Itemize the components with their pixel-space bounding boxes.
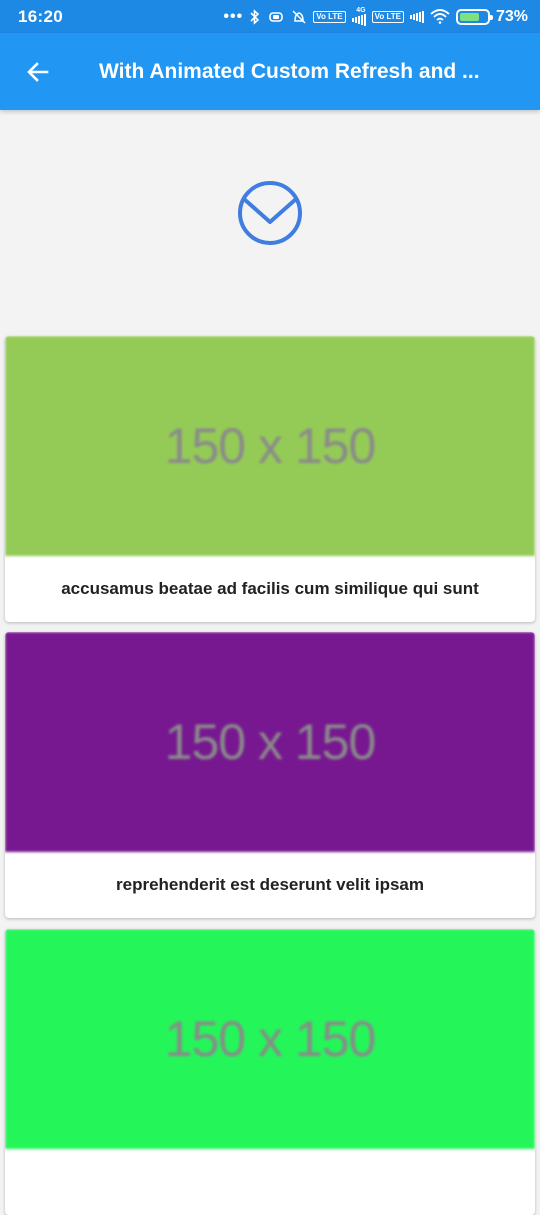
list-card[interactable]: 150 x 150 accusamus beatae ad facilis cu… [5, 336, 535, 622]
battery-percent: 73% [495, 7, 528, 25]
card-caption [5, 1149, 535, 1215]
status-time: 16:20 [18, 6, 63, 26]
card-image: 150 x 150 [5, 632, 535, 852]
more-notifications-icon: ••• [223, 7, 244, 25]
list-card[interactable]: 150 x 150 [5, 929, 535, 1215]
image-placeholder-text: 150 x 150 [164, 418, 377, 474]
arrow-back-icon [27, 61, 49, 82]
volte-icon: Vo LTE [313, 10, 346, 23]
card-image: 150 x 150 [5, 336, 535, 556]
app-bar: With Animated Custom Refresh and ... [0, 33, 540, 110]
refresh-indicator [0, 110, 540, 334]
wifi-icon [430, 9, 450, 24]
card-caption: accusamus beatae ad facilis cum similiqu… [61, 579, 479, 598]
vibrate-icon [267, 10, 285, 24]
mail-check-icon [238, 181, 302, 245]
list-card[interactable]: 150 x 150 reprehenderit est deserunt vel… [5, 632, 535, 918]
card-image: 150 x 150 [5, 929, 535, 1149]
status-icons: ••• Vo LTE 4G Vo LTE 73% [223, 7, 528, 26]
signal-icon [409, 10, 424, 23]
battery-charging-icon [455, 8, 493, 25]
page-title: With Animated Custom Refresh and ... [99, 59, 480, 83]
volte-icon-2: Vo LTE [371, 10, 404, 23]
bluetooth-icon [249, 8, 261, 25]
status-bar: 16:20 ••• Vo LTE 4G Vo LTE 73% [0, 0, 540, 33]
image-placeholder-text: 150 x 150 [164, 1011, 377, 1067]
alarm-off-icon [291, 9, 307, 25]
image-placeholder-text: 150 x 150 [164, 714, 377, 770]
card-caption: reprehenderit est deserunt velit ipsam [116, 875, 424, 894]
network-type-label: 4G [356, 7, 366, 14]
signal-4g-icon: 4G [351, 7, 366, 26]
back-button[interactable] [0, 33, 76, 110]
